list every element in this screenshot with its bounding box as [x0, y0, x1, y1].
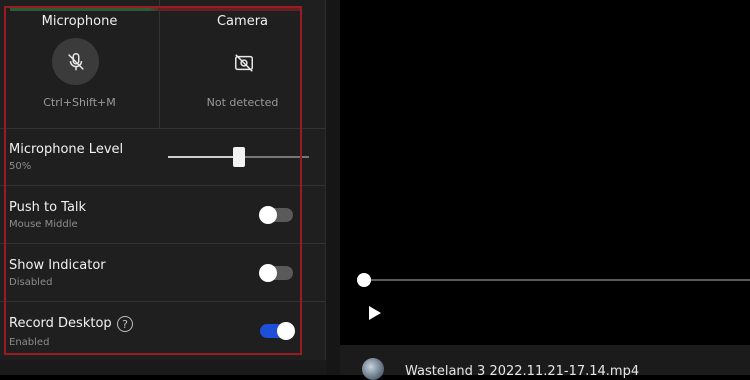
- microphone-level-value: 50%: [9, 161, 32, 172]
- push-to-talk-row: Push to Talk Mouse Middle: [0, 186, 326, 244]
- push-to-talk-toggle[interactable]: [259, 206, 293, 224]
- panel-footer: [0, 360, 326, 375]
- seek-bar[interactable]: [364, 279, 750, 281]
- toggle-knob: [277, 322, 295, 340]
- play-icon[interactable]: [368, 305, 382, 321]
- record-desktop-toggle[interactable]: [260, 322, 295, 340]
- push-to-talk-key: Mouse Middle: [9, 219, 78, 230]
- panel-divider: [326, 0, 340, 375]
- slider-fill: [168, 156, 239, 158]
- toggle-knob: [259, 206, 277, 224]
- record-desktop-row: Record Desktop ? Enabled: [0, 302, 326, 360]
- camera-status: Not detected: [206, 96, 279, 109]
- push-to-talk-label: Push to Talk: [9, 200, 87, 215]
- record-desktop-label: Record Desktop: [9, 316, 112, 331]
- toggle-knob: [259, 264, 277, 282]
- camera-off-icon: [235, 54, 253, 72]
- microphone-level-slider[interactable]: [168, 147, 309, 167]
- camera-title: Camera: [216, 14, 269, 29]
- device-row: Microphone Ctrl+Shift+M Camera Not detec…: [0, 0, 326, 129]
- record-desktop-status: Enabled: [9, 337, 50, 348]
- show-indicator-label: Show Indicator: [9, 258, 106, 273]
- microphone-mute-button[interactable]: [52, 38, 99, 85]
- slider-thumb[interactable]: [232, 147, 245, 167]
- help-icon[interactable]: ?: [117, 316, 133, 332]
- video-preview: [340, 0, 750, 345]
- seek-thumb[interactable]: [357, 273, 371, 287]
- microphone-title: Microphone: [41, 14, 118, 29]
- show-indicator-toggle[interactable]: [259, 264, 293, 282]
- microphone-muted-icon: [67, 52, 84, 70]
- show-indicator-row: Show Indicator Disabled: [0, 244, 326, 302]
- show-indicator-status: Disabled: [9, 277, 53, 288]
- audio-video-settings-panel: Microphone Ctrl+Shift+M Camera Not detec…: [0, 0, 326, 375]
- file-name[interactable]: Wasteland 3 2022.11.21-17.14.mp4: [405, 364, 639, 379]
- microphone-section: Microphone Ctrl+Shift+M: [0, 0, 160, 128]
- microphone-shortcut: Ctrl+Shift+M: [43, 96, 116, 109]
- microphone-level-row: Microphone Level 50%: [0, 128, 326, 186]
- file-thumbnail[interactable]: [362, 358, 384, 380]
- microphone-level-label: Microphone Level: [9, 142, 124, 157]
